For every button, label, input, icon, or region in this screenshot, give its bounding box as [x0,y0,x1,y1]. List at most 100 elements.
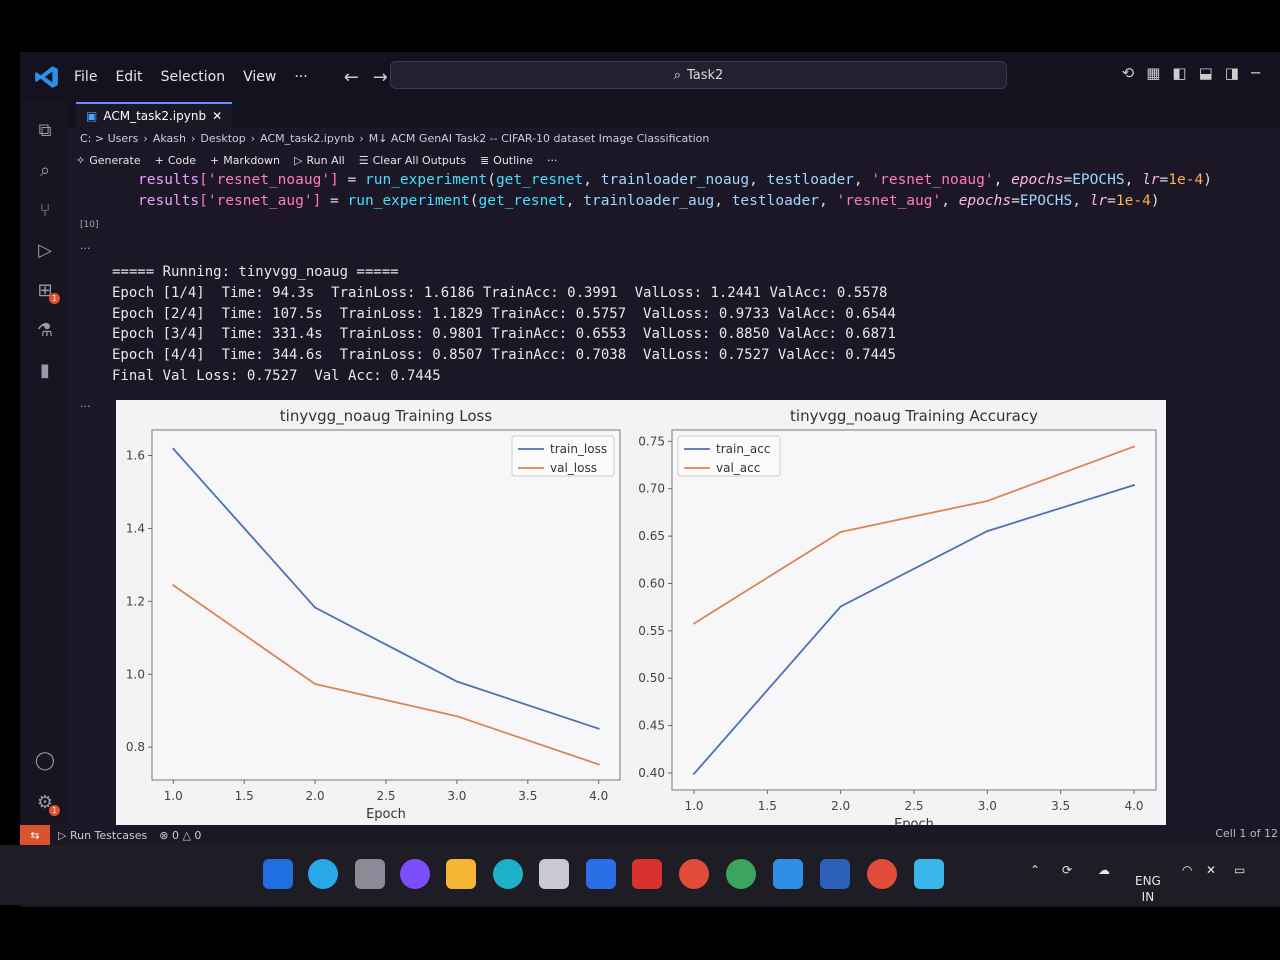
data-point-train_acc [986,530,989,533]
menu-more[interactable]: ··· [294,69,307,85]
run-debug-icon[interactable]: ▷ [34,240,56,262]
output-line: ===== Running: tinyvgg_noaug ===== [112,264,399,280]
breadcrumb-item[interactable]: M↓ ACM GenAI Task2 -- CIFAR-10 dataset I… [369,132,710,145]
code-cell-source[interactable]: results['resnet_noaug'] = run_experiment… [138,170,1212,212]
command-center-search[interactable]: ⌕ Task2 [390,61,1007,89]
legend-label: train_acc [716,442,770,456]
extensions-icon[interactable]: ⊞ 1 [34,280,60,304]
wifi-icon[interactable]: ◠ [1182,863,1192,877]
minimize-icon[interactable]: ─ [1251,64,1260,82]
show-hidden-icons-chevron-icon[interactable]: ⌃ [1030,863,1040,877]
menu-selection[interactable]: Selection [161,69,226,85]
notebook-toolbar: ✧ Generate + Code + Markdown ▷ Run All ☰ Clea… [76,154,557,167]
settings-badge: 1 [49,805,60,816]
plot-output-menu-icon[interactable]: ··· [80,400,91,413]
y-tick-label: 0.65 [638,529,665,543]
breadcrumb-item[interactable]: ACM_task2.ipynb [260,132,354,145]
x-tick-label: 3.0 [447,789,466,803]
remote-indicator[interactable]: ⇆ [20,825,50,845]
volume-muted-icon[interactable]: ✕ [1206,863,1216,877]
output-line: Final Val Loss: 0.7527 Val Acc: 0.7445 [112,367,441,384]
generate-button[interactable]: ✧ Generate [76,154,141,167]
extensions-badge: 1 [49,293,60,304]
output-line: Epoch [3/4] Time: 331.4s TrainLoss: 0.98… [112,326,896,343]
word-icon[interactable] [820,859,850,889]
problems-indicator[interactable]: ⊗ 0 △ 0 [159,829,201,842]
battery-icon[interactable]: ▭ [1234,863,1245,877]
copilot-icon[interactable]: ⟲ [1122,64,1135,82]
data-point-train_acc [839,605,842,608]
notebook-file-icon: ▣ [86,109,98,123]
sync-icon[interactable]: ⟳ [1062,863,1072,877]
x-axis-label: Epoch [366,807,406,822]
source-control-icon[interactable]: ⑂ [34,200,56,222]
layout-customize-icon[interactable]: ▦ [1146,64,1160,82]
testing-icon[interactable]: ⚗ [34,320,56,342]
tab-acm-task2[interactable]: ▣ ACM_task2.ipynb ✕ [76,102,233,128]
mcafee-icon[interactable] [632,859,662,889]
breadcrumb-item[interactable]: Desktop [200,132,245,145]
forward-arrow-icon[interactable]: → [373,67,388,88]
back-arrow-icon[interactable]: ← [344,67,359,88]
toggle-sidebar-icon[interactable]: ◧ [1172,64,1186,82]
run-all-button[interactable]: ▷ Run All [294,154,345,167]
cloud-icon[interactable]: ☁ [1098,863,1110,877]
menu-edit[interactable]: Edit [115,69,142,85]
cell-output-text: ===== Running: tinyvgg_noaug ===== Epoch … [112,262,896,387]
breadcrumb-item[interactable]: Akash [153,132,186,145]
charts-icon[interactable]: ▮ [34,360,56,382]
menu-bar: File Edit Selection View ··· [74,69,308,85]
x-tick-label: 2.0 [306,789,325,803]
store-icon[interactable] [539,859,569,889]
vscode-taskbar-icon[interactable] [773,859,803,889]
chrome-profile-icon[interactable] [726,859,756,889]
close-icon[interactable]: ✕ [212,109,222,123]
menu-file[interactable]: File [74,69,97,85]
data-point-val_acc [839,530,842,533]
edge-icon[interactable] [493,859,523,889]
clear-outputs-button[interactable]: ☰ Clear All Outputs [359,154,466,167]
data-point-train_acc [1133,484,1135,487]
x-tick-label: 3.5 [1051,799,1070,813]
account-icon[interactable]: ◯ [34,750,56,772]
toolbar-more-button[interactable]: ··· [547,154,558,167]
cell-position[interactable]: Cell 1 of 12 [1215,827,1278,840]
search-view-icon[interactable]: ⌕ [34,160,56,182]
toggle-secondary-sidebar-icon[interactable]: ◨ [1225,64,1239,82]
plus-icon: + [209,154,220,167]
input-language[interactable]: ENG IN [1135,873,1161,905]
start-button-icon[interactable] [263,859,293,889]
data-point-val_acc [693,622,695,625]
explorer-icon[interactable]: ⧉ [34,120,56,142]
add-code-button[interactable]: + Code [155,154,196,167]
lens-app-icon[interactable] [586,859,616,889]
data-point-val_loss [455,715,458,718]
code-line: results['resnet_aug'] = run_experiment(g… [138,193,1160,209]
toggle-panel-icon[interactable]: ⬓ [1199,64,1213,82]
settings-gear-icon[interactable]: ⚙ 1 [34,792,60,816]
search-app-icon[interactable] [308,859,338,889]
run-testcases-button[interactable]: ▷ Run Testcases [58,829,147,842]
task-view-icon[interactable] [355,859,385,889]
copilot-app-icon[interactable] [400,859,430,889]
file-explorer-icon[interactable] [446,859,476,889]
windows-taskbar: ⌃ ⟳ ☁ ENG IN ◠ ✕ ▭ [0,845,1280,905]
output-line: Epoch [4/4] Time: 344.6s TrainLoss: 0.85… [112,347,896,364]
data-point-train_loss [314,606,317,609]
list-icon: ≣ [479,154,490,167]
chrome-icon[interactable] [679,859,709,889]
y-tick-label: 0.45 [638,719,665,733]
output-menu-icon[interactable]: ··· [80,242,91,255]
title-bar: File Edit Selection View ··· ← → ⌕ Task2… [20,52,1280,102]
outline-button[interactable]: ≣ Outline [480,154,533,167]
y-tick-label: 0.50 [638,671,665,685]
chrome-second-icon[interactable] [867,859,897,889]
add-markdown-button[interactable]: + Markdown [210,154,280,167]
data-point-train_loss [597,727,600,730]
legend-label: train_loss [550,442,607,456]
menu-view[interactable]: View [243,69,276,85]
breadcrumb-item[interactable]: C: > Users [80,132,138,145]
notepad-icon[interactable] [914,859,944,889]
x-tick-label: 1.5 [758,799,777,813]
breadcrumb: C: > Users › Akash › Desktop › ACM_task2.ip… [80,132,710,145]
